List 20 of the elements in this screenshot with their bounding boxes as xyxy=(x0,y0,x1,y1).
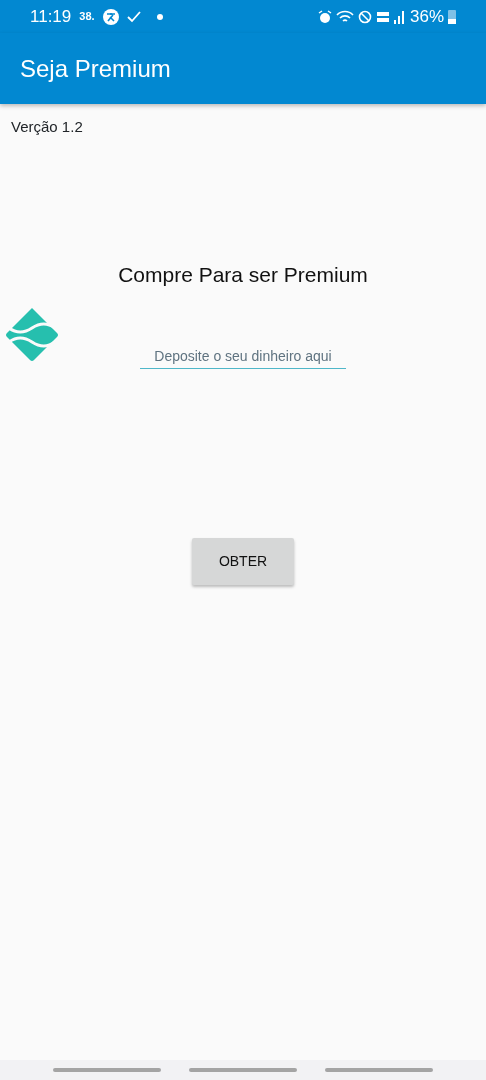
battery-icon xyxy=(448,9,456,24)
notification-text: 38. xyxy=(79,9,95,25)
app-bar-title: Seja Premium xyxy=(20,53,171,84)
check-icon xyxy=(126,10,141,23)
status-time: 11:19 xyxy=(30,5,72,28)
nav-handle[interactable] xyxy=(325,1068,433,1072)
alarm-icon xyxy=(317,9,332,24)
blocked-icon xyxy=(357,9,372,24)
dot-icon xyxy=(156,13,163,20)
nav-handle[interactable] xyxy=(189,1068,297,1072)
logo-icon xyxy=(3,305,61,364)
battery-percent: 36% xyxy=(409,5,444,28)
version-label: Verção 1.2 xyxy=(11,117,83,137)
heading: Compre Para ser Premium xyxy=(118,263,368,286)
nav-handle[interactable] xyxy=(53,1068,161,1072)
signal-icon xyxy=(393,9,406,24)
deposit-field[interactable]: Deposite o seu dinheiro aqui xyxy=(140,345,346,369)
translate-icon xyxy=(102,8,119,25)
obter-button[interactable]: OBTER xyxy=(192,537,294,585)
wifi-icon xyxy=(335,9,354,24)
